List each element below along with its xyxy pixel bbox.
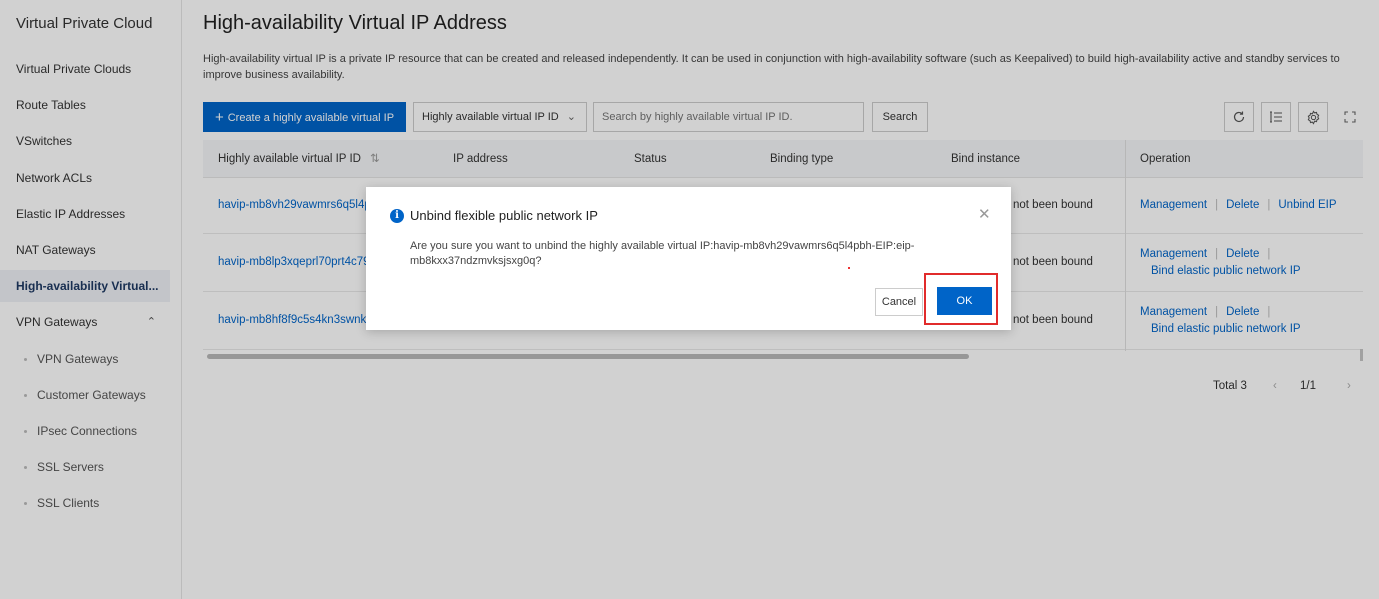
- close-icon[interactable]: ✕: [978, 205, 991, 223]
- info-icon: i: [390, 209, 404, 223]
- dialog-message-line-1: Are you sure you want to unbind the high…: [410, 240, 915, 252]
- dialog-message-line-2: mb8kxx37ndzmvksjsxg0q?: [410, 255, 542, 267]
- ok-button-highlight: [924, 273, 998, 325]
- unbind-eip-dialog: i Unbind flexible public network IP ✕ Ar…: [366, 187, 1011, 330]
- dialog-title: Unbind flexible public network IP: [410, 208, 598, 223]
- cancel-button[interactable]: Cancel: [875, 288, 923, 316]
- dialog-message: Are you sure you want to unbind the high…: [410, 239, 970, 269]
- stray-dot: [848, 267, 850, 269]
